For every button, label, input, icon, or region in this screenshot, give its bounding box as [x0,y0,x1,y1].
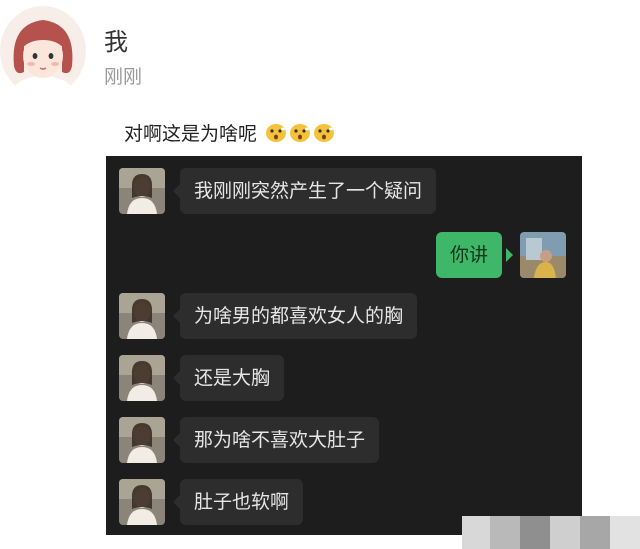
surprised-face-icon [290,124,311,142]
contact-avatar [119,168,165,214]
poster-avatar[interactable] [0,6,86,96]
message-bubble[interactable]: 我刚刚突然产生了一个疑问 [180,168,437,214]
contact-avatar [119,417,165,463]
message-bubble[interactable]: 那为啥不喜欢大肚子 [180,417,380,463]
message-bubble[interactable]: 为啥男的都喜欢女人的胸 [180,293,418,339]
message-bubble[interactable]: 你讲 [436,232,503,278]
pixelated-watermark [462,516,640,549]
bubble-tail [173,309,180,323]
bubble-tail [173,433,180,447]
contact-avatar [119,355,165,401]
surprised-face-icon [266,124,287,142]
self-photo-icon [520,232,566,278]
surprised-face-icon [314,124,335,142]
watermark-block [520,516,550,549]
contact-photo-icon [119,168,165,214]
cartoon-girl-avatar-icon [13,20,73,96]
contact-photo-icon [119,293,165,339]
self-avatar [520,232,566,278]
watermark-block [490,516,520,549]
post-author-name[interactable]: 我 [104,22,128,57]
bubble-tail [173,371,180,385]
watermark-block [580,516,610,549]
watermark-block [550,516,580,549]
contact-photo-icon [119,479,165,525]
bubble-tail [173,495,180,509]
contact-photo-icon [119,417,165,463]
bubble-tail [173,184,180,198]
post-timestamp: 刚刚 [104,66,143,88]
post-caption-text: 对啊这是为啥呢 [124,123,258,145]
contact-avatar [119,479,165,525]
post-caption: 对啊这是为啥呢 [124,119,335,146]
message-bubble[interactable]: 还是大胸 [180,355,285,401]
bubble-tail [506,248,513,262]
watermark-block [610,516,640,549]
contact-photo-icon [119,355,165,401]
chat-screenshot[interactable]: 我刚刚突然产生了一个疑问 你讲 为啥男的都喜欢女人的胸 还是大胸 那为啥不喜欢大… [106,156,582,535]
message-bubble[interactable]: 肚子也软啊 [180,479,304,525]
contact-avatar [119,293,165,339]
watermark-block [462,516,490,549]
